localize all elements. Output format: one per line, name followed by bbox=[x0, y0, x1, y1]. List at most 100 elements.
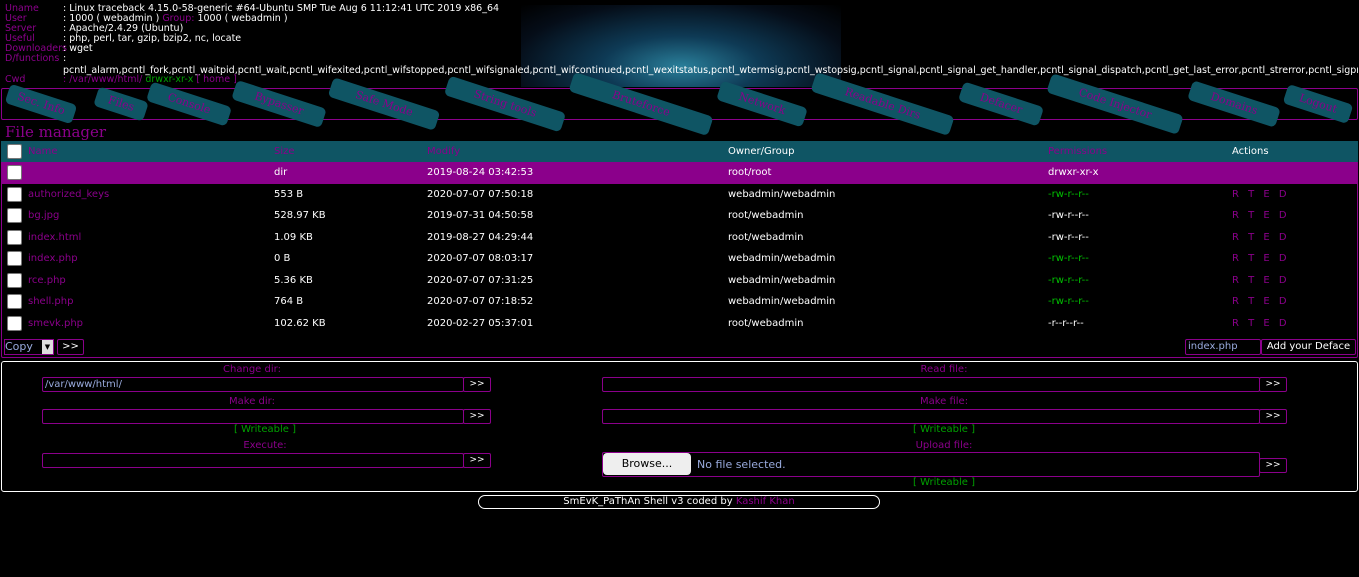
file-actions[interactable]: R T E D bbox=[1232, 227, 1358, 249]
file-size: dir bbox=[274, 162, 427, 184]
main-nav: Sec. Info Files Console Bypasser Safe Mo… bbox=[1, 71, 1358, 137]
table-row[interactable]: smevk.php 102.62 KB 2020-02-27 05:37:01 … bbox=[1, 313, 1358, 335]
file-name[interactable] bbox=[28, 162, 274, 184]
file-owner: root/root bbox=[728, 162, 1048, 184]
tab-console[interactable]: Console bbox=[145, 81, 233, 127]
row-checkbox[interactable] bbox=[7, 208, 22, 224]
dfunctions-value: : bbox=[63, 53, 67, 64]
action-go-button[interactable]: >> bbox=[57, 339, 84, 355]
table-header-row: Name Size Modify Owner/Group Permissions… bbox=[1, 141, 1358, 162]
change-dir-label: Change dir: bbox=[223, 364, 281, 375]
row-checkbox[interactable] bbox=[7, 251, 22, 267]
file-perm[interactable]: -rw-r--r-- bbox=[1048, 227, 1232, 249]
col-actions: Actions bbox=[1232, 141, 1358, 162]
table-row[interactable]: rce.php 5.36 KB 2020-07-07 07:31:25 weba… bbox=[1, 270, 1358, 292]
table-row[interactable]: authorized_keys 553 B 2020-07-07 07:50:1… bbox=[1, 184, 1358, 206]
file-size: 5.36 KB bbox=[274, 274, 313, 286]
tab-code-injector[interactable]: Code Injector bbox=[1046, 73, 1184, 135]
system-info: Uname: Linux traceback 4.15.0-58-generic… bbox=[5, 4, 1355, 64]
file-actions[interactable]: R T E D bbox=[1232, 291, 1358, 313]
make-file-input[interactable] bbox=[602, 409, 1260, 424]
file-actions[interactable]: R T E D bbox=[1232, 205, 1358, 227]
row-checkbox[interactable] bbox=[7, 229, 22, 245]
file-modify: 2019-07-31 04:50:58 bbox=[427, 210, 534, 222]
file-perm[interactable]: -rw-r--r-- bbox=[1048, 184, 1232, 206]
add-deface-button[interactable]: Add your Deface bbox=[1261, 339, 1356, 355]
table-row[interactable]: dir 2019-08-24 03:42:53 root/root drwxr-… bbox=[1, 162, 1358, 184]
col-name[interactable]: Name bbox=[28, 141, 274, 162]
row-checkbox[interactable] bbox=[7, 272, 22, 288]
action-select[interactable]: Copy ▼ bbox=[4, 339, 54, 355]
row-checkbox[interactable] bbox=[7, 186, 22, 202]
file-name[interactable]: index.html bbox=[28, 227, 274, 249]
tab-domains[interactable]: Domains bbox=[1187, 80, 1281, 128]
file-name[interactable]: bg.jpg bbox=[28, 205, 274, 227]
deface-filename-input[interactable]: index.php bbox=[1185, 339, 1261, 355]
downloaders-value: : wget bbox=[63, 43, 93, 54]
col-owner: Owner/Group bbox=[728, 141, 1048, 162]
file-perm[interactable]: -r--r--r-- bbox=[1048, 313, 1232, 335]
file-owner: root/webadmin bbox=[728, 317, 804, 329]
chevron-down-icon: ▼ bbox=[42, 340, 53, 354]
file-actions[interactable]: R T E D bbox=[1232, 248, 1358, 270]
cwd-path[interactable]: : /var/www/html/ bbox=[63, 74, 142, 85]
file-size: 553 B bbox=[274, 188, 304, 200]
table-row[interactable]: shell.php 764 B 2020-07-07 07:18:52 weba… bbox=[1, 291, 1358, 313]
cwd-line: Cwd: /var/www/html/ drwxr-xr-x [ home ] bbox=[5, 74, 237, 85]
row-checkbox[interactable] bbox=[7, 294, 22, 310]
col-permissions[interactable]: Permissions bbox=[1048, 141, 1232, 162]
make-dir-button[interactable]: >> bbox=[463, 409, 491, 424]
make-file-button[interactable]: >> bbox=[1259, 409, 1287, 424]
table-row[interactable]: index.php 0 B 2020-07-07 08:03:17 webadm… bbox=[1, 248, 1358, 270]
file-perm[interactable]: -rw-r--r-- bbox=[1048, 205, 1232, 227]
file-name[interactable]: rce.php bbox=[28, 270, 274, 292]
row-checkbox[interactable] bbox=[7, 315, 22, 331]
browse-button[interactable]: Browse... bbox=[603, 453, 691, 475]
file-name[interactable]: shell.php bbox=[28, 291, 274, 313]
file-name[interactable]: authorized_keys bbox=[28, 184, 274, 206]
file-actions[interactable] bbox=[1232, 162, 1358, 184]
file-perm[interactable]: -rw-r--r-- bbox=[1048, 248, 1232, 270]
make-dir-input[interactable] bbox=[42, 409, 464, 424]
file-perm[interactable]: -rw-r--r-- bbox=[1048, 270, 1232, 292]
tab-readable-dirs[interactable]: Readable Dirs bbox=[810, 72, 955, 136]
tab-bypasser[interactable]: Bypasser bbox=[231, 79, 327, 129]
tab-network[interactable]: Network bbox=[716, 80, 808, 128]
make-dir-label: Make dir: bbox=[229, 396, 275, 407]
file-perm[interactable]: -rw-r--r-- bbox=[1048, 291, 1232, 313]
tab-files[interactable]: Files bbox=[93, 86, 149, 122]
home-link[interactable]: [ home ] bbox=[196, 74, 236, 85]
tab-safe-mode[interactable]: Safe Mode bbox=[327, 77, 441, 131]
file-name[interactable]: smevk.php bbox=[28, 313, 274, 335]
footer-author-link[interactable]: Kashif Khan bbox=[736, 496, 795, 507]
file-modify: 2020-07-07 07:31:25 bbox=[427, 274, 534, 286]
file-owner: root/webadmin bbox=[728, 231, 804, 243]
execute-input[interactable] bbox=[42, 453, 464, 468]
file-name[interactable]: index.php bbox=[28, 248, 274, 270]
execute-button[interactable]: >> bbox=[463, 453, 491, 468]
table-row[interactable]: index.html 1.09 KB 2019-08-27 04:29:44 r… bbox=[1, 227, 1358, 249]
upload-file-button[interactable]: >> bbox=[1259, 458, 1287, 473]
read-file-button[interactable]: >> bbox=[1259, 377, 1287, 392]
table-row[interactable]: bg.jpg 528.97 KB 2019-07-31 04:50:58 roo… bbox=[1, 205, 1358, 227]
col-size[interactable]: Size bbox=[274, 141, 427, 162]
file-size: 1.09 KB bbox=[274, 231, 313, 243]
file-size: 528.97 KB bbox=[274, 210, 326, 222]
file-actions[interactable]: R T E D bbox=[1232, 270, 1358, 292]
footer-text: SmEvK_PaThAn Shell v3 coded by bbox=[563, 496, 733, 507]
col-modify[interactable]: Modify bbox=[427, 141, 728, 162]
change-dir-button[interactable]: >> bbox=[463, 377, 491, 392]
tab-defacer[interactable]: Defacer bbox=[957, 81, 1045, 127]
row-checkbox[interactable] bbox=[7, 165, 22, 181]
select-all-checkbox[interactable] bbox=[7, 144, 22, 159]
make-file-writeable: [ Writeable ] bbox=[913, 424, 975, 435]
read-file-input[interactable] bbox=[602, 377, 1260, 392]
file-actions[interactable]: R T E D bbox=[1232, 184, 1358, 206]
tab-sec-info[interactable]: Sec. Info bbox=[4, 83, 78, 125]
file-owner: webadmin/webadmin bbox=[728, 188, 836, 200]
file-perm[interactable]: drwxr-xr-x bbox=[1048, 162, 1232, 184]
upload-file-label: Upload file: bbox=[915, 440, 973, 451]
file-actions[interactable]: R T E D bbox=[1232, 313, 1358, 335]
change-dir-input[interactable]: /var/www/html/ bbox=[42, 377, 464, 392]
tab-logout[interactable]: Logout bbox=[1282, 83, 1354, 125]
